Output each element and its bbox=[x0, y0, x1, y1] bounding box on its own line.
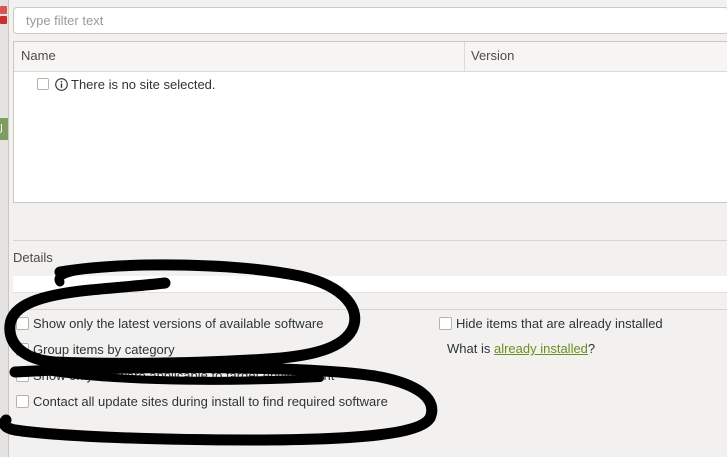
option-applicable-only[interactable]: Show only software applicable to target … bbox=[16, 366, 334, 384]
row-checkbox[interactable] bbox=[37, 78, 49, 90]
table-row[interactable]: There is no site selected. bbox=[37, 75, 216, 93]
error-icon bbox=[0, 6, 7, 14]
edge-divider bbox=[8, 0, 9, 457]
details-area bbox=[13, 276, 727, 293]
applicable-only-label: Show only software applicable to target … bbox=[33, 367, 335, 383]
software-table[interactable]: Name Version There is no site selected. bbox=[13, 41, 727, 203]
installed-suffix: ? bbox=[587, 341, 596, 356]
column-header-version[interactable]: Version bbox=[471, 42, 514, 71]
latest-versions-checkbox[interactable] bbox=[16, 316, 29, 330]
details-label: Details bbox=[13, 250, 53, 265]
section-divider bbox=[13, 240, 727, 241]
info-icon bbox=[55, 77, 68, 91]
already-installed-link[interactable]: already installed bbox=[494, 341, 588, 356]
applicable-only-checkbox[interactable] bbox=[16, 368, 29, 382]
installed-prefix: What is bbox=[447, 341, 494, 356]
hide-installed-label: Hide items that are already installed bbox=[456, 315, 663, 331]
latest-versions-label: Show only the latest versions of availab… bbox=[33, 315, 324, 331]
table-header: Name Version bbox=[14, 42, 727, 72]
options-divider bbox=[13, 309, 727, 310]
group-by-category-checkbox[interactable] bbox=[16, 342, 29, 356]
hide-installed-checkbox[interactable] bbox=[439, 316, 452, 330]
error-icon-secondary bbox=[0, 16, 7, 24]
option-latest-versions[interactable]: Show only the latest versions of availab… bbox=[16, 314, 324, 332]
group-by-category-label: Group items by category bbox=[33, 341, 175, 357]
installed-info: What is already installed? bbox=[447, 341, 595, 356]
side-tab[interactable]: J bbox=[0, 118, 8, 140]
contact-sites-label: Contact all update sites during install … bbox=[33, 393, 388, 409]
option-hide-installed[interactable]: Hide items that are already installed bbox=[439, 314, 663, 332]
contact-sites-checkbox[interactable] bbox=[16, 394, 29, 408]
row-label: There is no site selected. bbox=[71, 76, 216, 92]
filter-input[interactable]: type filter text bbox=[13, 7, 727, 34]
column-header-name[interactable]: Name bbox=[21, 42, 56, 71]
option-group-by-category[interactable]: Group items by category bbox=[16, 340, 175, 358]
option-contact-sites[interactable]: Contact all update sites during install … bbox=[16, 392, 388, 410]
column-divider[interactable] bbox=[464, 42, 465, 71]
